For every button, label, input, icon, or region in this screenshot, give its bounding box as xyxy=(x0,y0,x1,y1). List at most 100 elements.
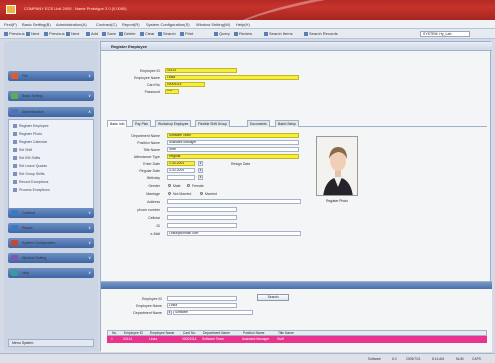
sidebar-header-contract[interactable]: Contract ∨ xyxy=(8,208,94,218)
tab-workshop-employee[interactable]: Workshop Employee xyxy=(155,120,192,127)
birthday-spinner-icon[interactable]: ▾ xyxy=(198,175,203,180)
search-employee-name-label: Employee Name xyxy=(136,304,162,308)
title-name-field[interactable]: Staff xyxy=(167,147,299,152)
search-employee-name-field[interactable]: Linda xyxy=(167,303,237,308)
toolbar-search-button[interactable]: Search xyxy=(158,31,176,36)
status-version: 6.0 xyxy=(392,357,397,361)
department-name-field[interactable]: Software Team xyxy=(167,133,299,138)
sidebar-header-file[interactable]: File ∨ xyxy=(8,71,94,81)
settings-icon xyxy=(11,93,18,99)
tab-basic-info[interactable]: Basic Info xyxy=(107,120,128,127)
sidebar-header-administration[interactable]: Administration ∧ xyxy=(8,107,94,117)
cell-card-no: 00004114 xyxy=(182,337,197,341)
toolbar-add-button[interactable]: Add xyxy=(86,31,98,36)
toolbar-query-button[interactable]: Query xyxy=(214,31,230,36)
system-icon xyxy=(11,240,18,246)
enter-date-spinner-icon[interactable]: ▾ xyxy=(198,161,203,166)
chevron-down-icon: ∨ xyxy=(88,270,91,275)
toolbar-search-items-button[interactable]: Search Items xyxy=(264,31,293,36)
password-field[interactable]: **** xyxy=(165,89,179,94)
chevron-down-icon: ∨ xyxy=(88,210,91,215)
cell-employee-name: Linda xyxy=(149,337,158,341)
birthday-field[interactable] xyxy=(167,175,195,180)
menu-help[interactable]: Help(H) xyxy=(236,22,250,27)
sidebar-item-set-group-shifts[interactable]: Set Group Shifts xyxy=(13,172,45,176)
marriage-not-married-radio[interactable] xyxy=(168,192,171,195)
card-no-field[interactable]: 00004114 xyxy=(165,82,205,87)
menu-report[interactable]: Report(R) xyxy=(122,22,140,27)
marriage-married-radio[interactable] xyxy=(200,192,203,195)
search-employee-id-field[interactable] xyxy=(167,296,237,301)
menu-window-setting[interactable]: Window Setting(W) xyxy=(196,22,230,27)
sidebar-item-set-shift[interactable]: Set Shift xyxy=(13,148,32,152)
chevron-down-icon: ∨ xyxy=(88,240,91,245)
sidebar-header-label: Help xyxy=(22,271,30,275)
employee-id-field[interactable]: 00114 xyxy=(165,68,237,73)
gender-male-radio[interactable] xyxy=(168,184,171,187)
regular-date-spinner-icon[interactable]: ▾ xyxy=(198,168,203,173)
employee-name-label: Employee Name xyxy=(134,76,160,80)
regular-date-field[interactable]: 3-30-2005 xyxy=(167,168,195,173)
search-department-field[interactable]: Software xyxy=(173,310,253,315)
tab-pay-plan[interactable]: Pay Plan xyxy=(132,120,152,127)
admin-icon xyxy=(11,109,18,115)
phone-number-field[interactable] xyxy=(167,207,237,212)
report-icon xyxy=(11,225,18,231)
table-row[interactable]: 1 00114 Linda 00004114 Software Team Ass… xyxy=(107,336,487,343)
tab-documents[interactable]: Documents xyxy=(247,120,270,127)
app-icon xyxy=(6,5,16,14)
sidebar-header-report[interactable]: Report ∨ xyxy=(8,223,94,233)
sidebar-header-label: System Configuration xyxy=(22,241,56,245)
toolbar-clear-button[interactable]: Clear xyxy=(140,31,155,36)
tab-flexible-shift-group[interactable]: Flexible Shift Group xyxy=(195,120,230,127)
system-combo[interactable]: SYSTEM: Hy_Lab xyxy=(420,31,470,37)
col-employee-name: Employee Name xyxy=(150,331,175,335)
sidebar-item-record-exceptions[interactable]: Record Exceptions xyxy=(13,180,48,184)
employee-photo[interactable] xyxy=(316,136,358,196)
menu-contract[interactable]: Contract(C) xyxy=(96,22,117,27)
position-name-label: Position Name xyxy=(137,141,160,145)
gender-female-label: Female xyxy=(192,184,204,188)
contract-icon xyxy=(11,210,18,216)
window-title: COMPANY ECS Unit 2005 - Name Prototype 2… xyxy=(24,6,127,11)
sidebar-header-basic-setting[interactable]: Basic Setting ∨ xyxy=(8,91,94,101)
sidebar-item-register-calendar[interactable]: Register Calendar xyxy=(13,140,47,144)
toolbar-print-button[interactable]: Print xyxy=(180,31,193,36)
marriage-label: Marriage xyxy=(146,192,160,196)
attendance-type-field[interactable]: Regular xyxy=(167,154,299,159)
gender-female-radio[interactable] xyxy=(187,184,190,187)
toolbar-previous-button-2[interactable]: Previous xyxy=(44,31,65,36)
id-field[interactable] xyxy=(167,223,237,228)
toolbar-delete-button[interactable]: Delete xyxy=(119,31,136,36)
department-dropdown-icon[interactable]: ▾ xyxy=(167,310,172,315)
toolbar-review-button[interactable]: Review xyxy=(234,31,252,36)
tab-batch-setup[interactable]: Batch Setup xyxy=(275,120,299,127)
toolbar-search-records-button[interactable]: Search Records xyxy=(304,31,338,36)
employee-name-field[interactable]: Linda xyxy=(165,75,299,80)
sidebar-header-system-configuration[interactable]: System Configuration ∨ xyxy=(8,238,94,248)
position-name-field[interactable]: Assistant Manager xyxy=(167,140,299,145)
toolbar-next-button-2[interactable]: Next xyxy=(66,31,79,36)
search-button[interactable]: Search xyxy=(257,294,289,301)
toolbar-previous-button[interactable]: Previous xyxy=(4,31,25,36)
menu-system-config[interactable]: System Configuration(S) xyxy=(146,22,190,27)
sidebar-header-window-setting[interactable]: Window Setting ∨ xyxy=(8,253,94,263)
menu-administration[interactable]: Administration(A) xyxy=(56,22,87,27)
toolbar-next-button[interactable]: Next xyxy=(26,31,39,36)
enter-date-field[interactable]: 1-30-2004 xyxy=(167,161,195,166)
address-field[interactable] xyxy=(167,199,301,204)
col-position-name: Position Name xyxy=(243,331,265,335)
toolbar-save-button[interactable]: Save xyxy=(102,31,116,36)
menu-basic-setting[interactable]: Basic Setting(B) xyxy=(22,22,51,27)
sidebar-item-set-em-shifts[interactable]: Set EM Shifts xyxy=(13,156,40,160)
sidebar-header-help[interactable]: Help ∨ xyxy=(8,268,94,278)
cellular-field[interactable] xyxy=(167,215,237,220)
sidebar-item-process-exceptions[interactable]: Process Exceptions xyxy=(13,188,50,192)
sidebar-item-set-leave-quotas[interactable]: Set Leave Quotas xyxy=(13,164,47,168)
email-field[interactable]: Linda@domain.com xyxy=(167,231,301,236)
sidebar-item-register-photo[interactable]: Register Photo xyxy=(13,132,42,136)
help-icon xyxy=(11,270,18,276)
menu-find[interactable]: Find(F) xyxy=(4,22,17,27)
sidebar-footer[interactable]: Menu System xyxy=(8,339,94,347)
sidebar-item-register-employee[interactable]: Register Employee xyxy=(13,124,49,128)
